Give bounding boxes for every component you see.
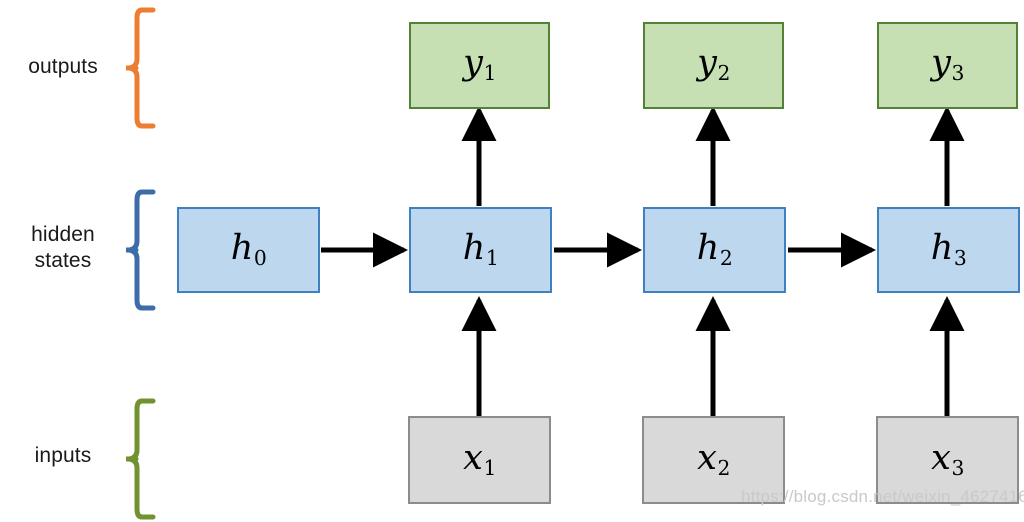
node-h2: h2	[643, 207, 786, 293]
node-h1-label: h1	[462, 227, 499, 270]
node-y1-label: y1	[463, 43, 497, 86]
node-h0: h0	[177, 207, 320, 293]
node-h3: h3	[877, 207, 1020, 293]
node-h2-label: h2	[696, 227, 733, 270]
node-x2-label: x2	[697, 437, 731, 480]
node-x3-label: x3	[931, 437, 965, 480]
node-x1: x1	[408, 416, 551, 504]
inputs-brace	[126, 398, 156, 520]
output-arrows	[461, 105, 965, 206]
node-h3-label: h3	[930, 227, 967, 270]
group-label-hidden-states: hidden states	[31, 223, 95, 272]
node-y3: y3	[877, 22, 1018, 109]
outputs-brace	[126, 7, 156, 129]
group-label-inputs: inputs	[34, 444, 92, 467]
node-y1: y1	[409, 22, 550, 109]
input-arrows	[461, 295, 965, 416]
node-h1: h1	[409, 207, 552, 293]
node-y2-label: y2	[697, 43, 731, 86]
hidden-states-brace	[126, 189, 156, 311]
node-y2: y2	[643, 22, 784, 109]
node-y3-label: y3	[931, 43, 965, 86]
node-h0-label: h0	[230, 227, 267, 270]
group-label-outputs: outputs	[28, 55, 98, 78]
node-x1-label: x1	[463, 437, 497, 480]
watermark-text: https://blog.csdn.net/weixin_46274168	[741, 487, 1024, 506]
